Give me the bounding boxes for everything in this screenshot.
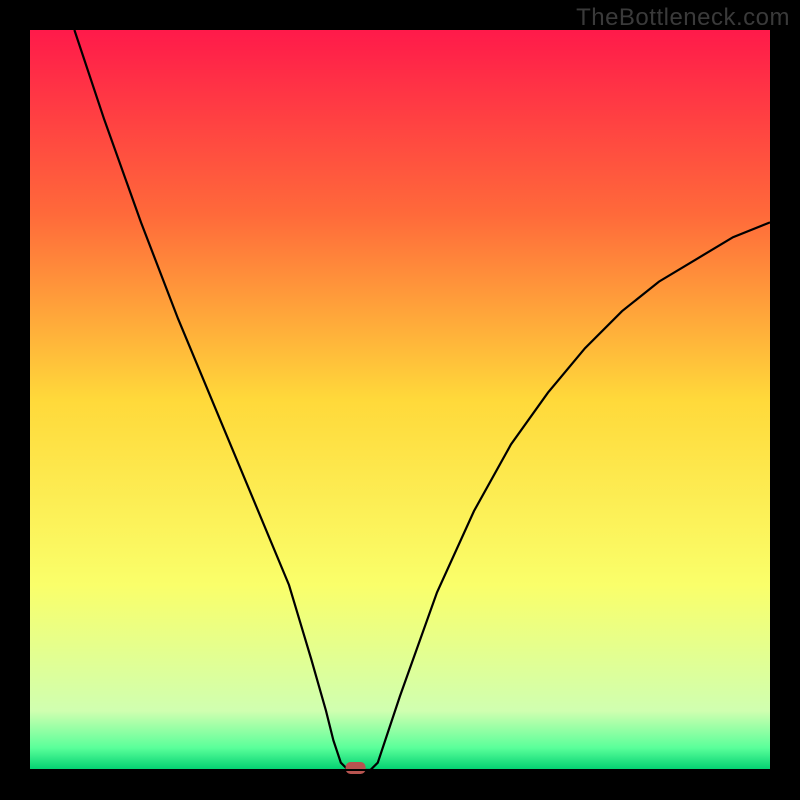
plot-background: [30, 30, 770, 770]
watermark-text: TheBottleneck.com: [576, 4, 790, 32]
optimum-marker: [346, 762, 366, 774]
chart-svg: [0, 0, 800, 800]
bottleneck-chart: TheBottleneck.com: [0, 0, 800, 800]
